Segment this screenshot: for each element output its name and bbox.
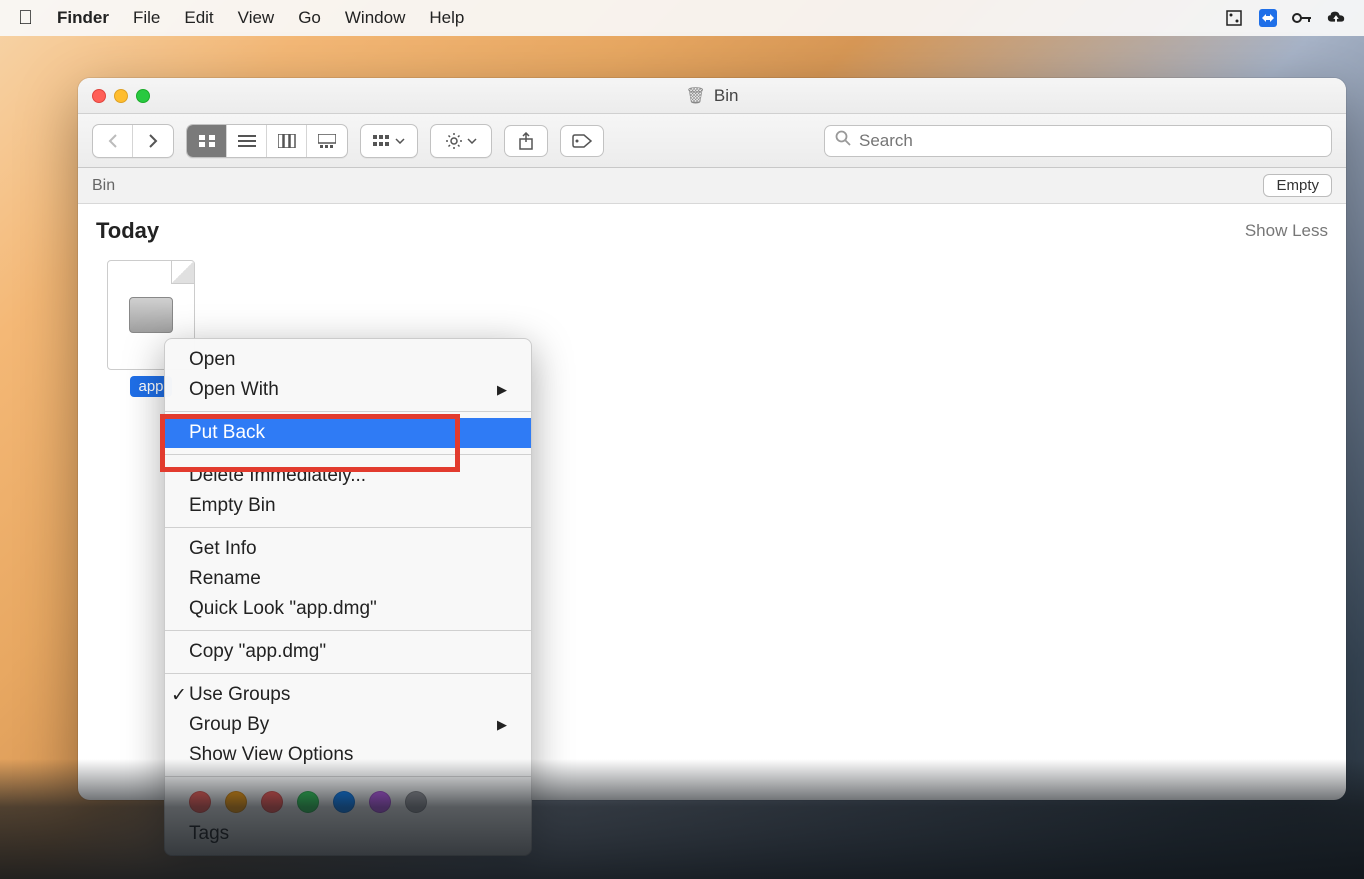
section-title: Today [96, 218, 159, 244]
menubar-window[interactable]: Window [345, 8, 405, 28]
cm-separator [165, 527, 531, 528]
action-button-group [430, 124, 492, 158]
titlebar: 🗑 Bin [78, 78, 1346, 114]
cm-group-by[interactable]: Group By▶ [165, 710, 531, 740]
search-box[interactable] [824, 125, 1332, 157]
minimize-button[interactable] [114, 89, 128, 103]
back-button[interactable] [93, 125, 133, 157]
cm-put-back[interactable]: Put Back [165, 418, 531, 448]
cm-open-with[interactable]: Open With▶ [165, 375, 531, 405]
share-button[interactable] [504, 125, 548, 157]
menubar-app-name[interactable]: Finder [57, 8, 109, 28]
submenu-arrow-icon: ▶ [497, 717, 507, 733]
cm-separator [165, 630, 531, 631]
column-view-button[interactable] [267, 125, 307, 157]
view-buttons [186, 124, 348, 158]
cm-get-info[interactable]: Get Info [165, 534, 531, 564]
cm-separator [165, 411, 531, 412]
tags-button[interactable] [560, 125, 604, 157]
empty-button[interactable]: Empty [1263, 174, 1332, 197]
cm-use-groups[interactable]: ✓Use Groups [165, 680, 531, 710]
desktop:  Finder File Edit View Go Window Help 🗑 [0, 0, 1364, 879]
icon-view-button[interactable] [187, 125, 227, 157]
list-view-button[interactable] [227, 125, 267, 157]
apple-logo-icon[interactable]:  [18, 7, 33, 30]
pathbar: Bin Empty [78, 168, 1346, 204]
show-less-button[interactable]: Show Less [1245, 221, 1328, 241]
status-icon-1[interactable] [1224, 8, 1244, 28]
cm-copy[interactable]: Copy "app.dmg" [165, 637, 531, 667]
checkmark-icon: ✓ [171, 684, 187, 707]
gallery-view-button[interactable] [307, 125, 347, 157]
menubar-help[interactable]: Help [429, 8, 464, 28]
cm-separator [165, 454, 531, 455]
cm-open[interactable]: Open [165, 345, 531, 375]
fullscreen-button[interactable] [136, 89, 150, 103]
nav-buttons [92, 124, 174, 158]
submenu-arrow-icon: ▶ [497, 382, 507, 398]
group-button[interactable] [361, 125, 417, 157]
desktop-mountains [0, 759, 1364, 879]
menubar-edit[interactable]: Edit [184, 8, 213, 28]
trash-icon: 🗑 [686, 86, 706, 106]
cm-quick-look[interactable]: Quick Look "app.dmg" [165, 594, 531, 624]
path-location: Bin [92, 177, 115, 195]
menubar-file[interactable]: File [133, 8, 160, 28]
search-input[interactable] [859, 131, 1321, 151]
menubar-go[interactable]: Go [298, 8, 321, 28]
group-button-group [360, 124, 418, 158]
cloud-upload-icon[interactable] [1326, 8, 1346, 28]
search-icon [835, 130, 851, 151]
action-button[interactable] [431, 125, 491, 157]
toolbar [78, 114, 1346, 168]
window-title: Bin [714, 86, 739, 106]
close-button[interactable] [92, 89, 106, 103]
cm-separator [165, 673, 531, 674]
cm-empty-bin[interactable]: Empty Bin [165, 491, 531, 521]
cm-delete-immediately[interactable]: Delete Immediately... [165, 461, 531, 491]
menubar:  Finder File Edit View Go Window Help [0, 0, 1364, 36]
key-icon[interactable] [1292, 8, 1312, 28]
cm-rename[interactable]: Rename [165, 564, 531, 594]
forward-button[interactable] [133, 125, 173, 157]
teamviewer-icon[interactable] [1258, 8, 1278, 28]
menubar-view[interactable]: View [238, 8, 275, 28]
